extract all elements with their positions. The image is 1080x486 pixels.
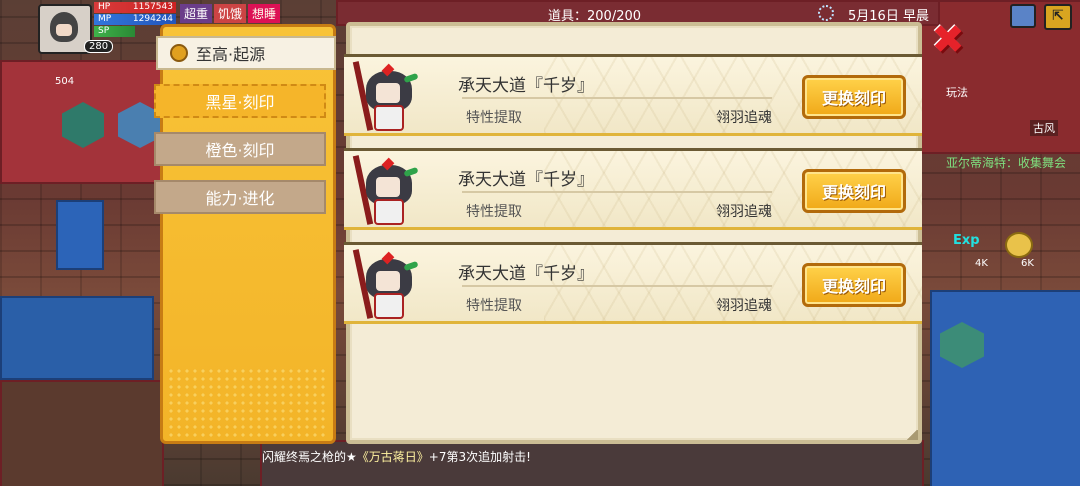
water-pool	[0, 296, 154, 380]
hp-label: HP	[98, 2, 111, 12]
marquee-highlight: 《万古蒋日》	[356, 450, 429, 464]
map-icon[interactable]	[1010, 4, 1036, 28]
market-stalls	[0, 380, 164, 486]
imprint-title: 承天大道『千岁』	[458, 76, 594, 96]
tab-orange-imprint[interactable]: 橙色·刻印	[154, 132, 326, 166]
sp-bar: SP	[94, 26, 135, 37]
status-hungry: 饥饿	[214, 4, 247, 23]
sun-icon	[818, 5, 834, 21]
resize-grip-icon	[906, 430, 918, 440]
imprint-subtitle: 特性提取	[466, 110, 522, 126]
marquee-prefix: 闪耀终焉之枪的★	[262, 450, 357, 464]
hp-bar: HP 1157543	[94, 2, 176, 13]
currency-count: 504	[55, 76, 75, 87]
tab-supreme-origin-label: 至高·起源	[196, 45, 266, 64]
imprint-subtitle: 特性提取	[466, 298, 522, 314]
imprint-subtitle: 特性提取	[466, 204, 522, 220]
player-level: 280	[84, 40, 114, 53]
exp-value-4k: 4K	[975, 258, 988, 269]
imprint-skill: 翎羽追魂	[716, 298, 772, 314]
origin-badge-icon	[170, 44, 188, 62]
coin-icon	[1005, 232, 1033, 258]
character-portrait	[352, 249, 422, 321]
play-mode-label[interactable]: 玩法	[946, 84, 968, 100]
change-imprint-button[interactable]: 更换刻印	[802, 75, 906, 119]
quest-tracker[interactable]: 亚尔蒂海特：收集舞会	[946, 154, 1066, 171]
zone-label: 古风	[1030, 120, 1058, 136]
tab-label: 能力·进化	[205, 189, 275, 208]
tab-label: 黑星·刻印	[205, 93, 275, 112]
imprint-skill: 翎羽追魂	[716, 110, 772, 126]
vending-machine	[56, 200, 104, 270]
broadcast-marquee: 闪耀终焉之枪的★《万古蒋日》+7第3次追加射击!	[262, 448, 531, 465]
imprint-row: 承天大道『千岁』 特性提取 翎羽追魂 更换刻印	[344, 54, 922, 136]
close-icon[interactable]: ✖	[928, 20, 968, 60]
status-overweight: 超重	[180, 4, 213, 23]
imprint-skill: 翎羽追魂	[716, 204, 772, 220]
right-water	[930, 290, 1080, 486]
imprint-title: 承天大道『千岁』	[458, 264, 594, 284]
tab-supreme-origin[interactable]: 至高·起源	[156, 36, 336, 70]
sp-label: SP	[98, 26, 110, 36]
character-portrait	[352, 61, 422, 133]
mp-label: MP	[98, 14, 112, 24]
exp-label: Exp	[953, 233, 980, 248]
marquee-suffix: +7第3次追加射击!	[428, 450, 531, 464]
imprint-title: 承天大道『千岁』	[458, 170, 594, 190]
exp-value-6k: 6K	[1021, 258, 1034, 269]
tab-ability-evolution[interactable]: 能力·进化	[154, 180, 326, 214]
status-sleepy: 想睡	[248, 4, 281, 23]
tab-black-star-imprint[interactable]: 黑星·刻印	[154, 84, 326, 118]
status-tags: 超重 饥饿 想睡	[180, 4, 281, 23]
change-imprint-button[interactable]: 更换刻印	[802, 169, 906, 213]
exit-icon[interactable]: ⇱	[1044, 4, 1072, 30]
imprint-row: 承天大道『千岁』 特性提取 翎羽追魂 更换刻印	[344, 148, 922, 230]
imprint-row: 承天大道『千岁』 特性提取 翎羽追魂 更换刻印	[344, 242, 922, 324]
character-portrait	[352, 155, 422, 227]
tab-label: 橙色·刻印	[205, 141, 275, 160]
hp-value: 1157543	[132, 2, 173, 12]
change-imprint-button[interactable]: 更换刻印	[802, 263, 906, 307]
